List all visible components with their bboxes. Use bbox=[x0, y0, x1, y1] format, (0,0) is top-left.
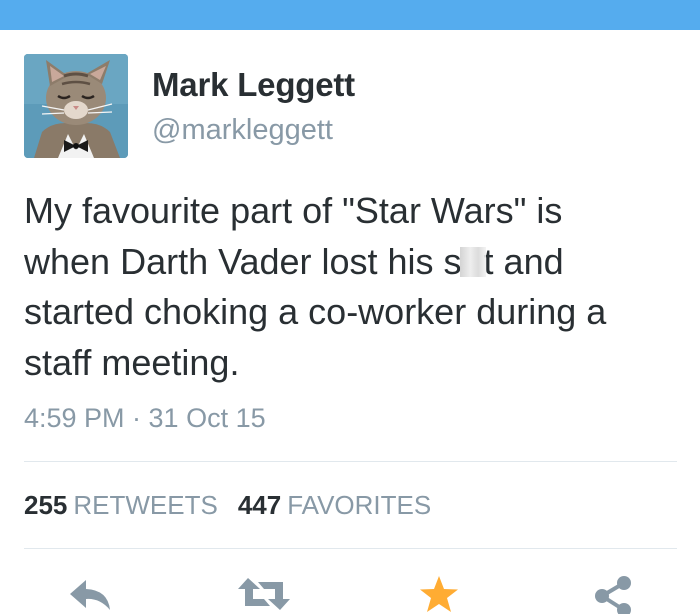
tweet-text: My favourite part of "Star Wars" is when… bbox=[24, 186, 684, 388]
divider bbox=[24, 461, 677, 462]
favorites-count: 447 bbox=[237, 490, 282, 520]
retweets-count: 255 bbox=[24, 490, 68, 520]
favorites-label: FAVORITES bbox=[287, 490, 432, 520]
tweet-line: when Darth Vader lost his s t and bbox=[24, 237, 684, 288]
retweets-label: RETWEETS bbox=[73, 490, 218, 520]
censor-blur bbox=[459, 246, 486, 277]
retweet-button[interactable] bbox=[236, 574, 292, 614]
favorites-stat[interactable]: 447 FAVORITES bbox=[238, 490, 431, 520]
tweet-line: staff meeting. bbox=[24, 341, 240, 383]
display-name[interactable]: Mark Leggett bbox=[152, 66, 355, 104]
retweet-icon bbox=[238, 578, 290, 610]
user-handle[interactable]: @markleggett bbox=[152, 114, 333, 147]
divider bbox=[24, 548, 677, 549]
tweet-line-segment: when Darth Vader lost his s bbox=[24, 240, 462, 282]
favorite-button[interactable] bbox=[418, 574, 460, 614]
share-icon bbox=[595, 576, 631, 614]
star-icon bbox=[420, 576, 458, 612]
tweet-line-segment: t and bbox=[483, 240, 564, 282]
top-bar bbox=[0, 0, 700, 30]
cat-avatar-image bbox=[24, 54, 128, 158]
tweet-timestamp[interactable]: 4:59 PM · 31 Oct 15 bbox=[24, 403, 266, 434]
retweets-stat[interactable]: 255 RETWEETS bbox=[24, 490, 218, 520]
tweet-line: started choking a co-worker during a bbox=[24, 291, 607, 332]
tweet-stats: 255 RETWEETS 447 FAVORITES bbox=[24, 490, 431, 521]
avatar[interactable] bbox=[24, 54, 128, 158]
tweet-line: My favourite part of "Star Wars" is bbox=[24, 190, 563, 231]
reply-icon bbox=[70, 580, 110, 610]
reply-button[interactable] bbox=[66, 574, 114, 614]
share-button[interactable] bbox=[592, 574, 634, 614]
